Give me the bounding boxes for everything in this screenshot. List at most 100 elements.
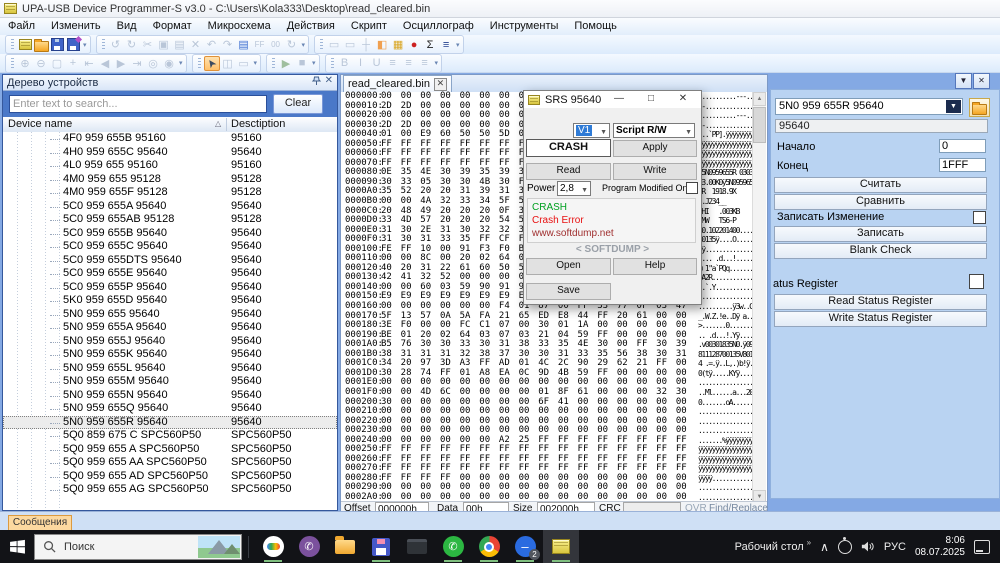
hex-ascii[interactable]: ................	[698, 378, 753, 388]
drag-handle-icon[interactable]	[198, 58, 201, 69]
menu-item[interactable]: Файл	[0, 18, 43, 35]
speaker-icon[interactable]	[861, 540, 875, 553]
hidden-icons-chevron[interactable]: ∧	[820, 540, 829, 554]
panel-close-icon[interactable]: ✕	[973, 73, 990, 89]
hex-ascii[interactable]: 0(tÿ.....KYÿ....	[698, 369, 753, 379]
hex-ascii[interactable]: 4 .=.ÿ..L,.)b!ÿ.	[698, 359, 753, 369]
version-select[interactable]: V1 ▼	[573, 123, 610, 138]
menu-item[interactable]: Инструменты	[482, 18, 567, 35]
column-description[interactable]: Desctiption	[231, 118, 285, 130]
column-device-name[interactable]: Device name	[8, 118, 72, 130]
close-icon[interactable]: ✕	[672, 91, 694, 108]
hex-ascii[interactable]: ................	[698, 292, 753, 302]
toolbar-overflow-icon[interactable]: ▾	[302, 41, 306, 49]
apply-button[interactable]: Apply	[613, 140, 697, 157]
debug-bug-icon[interactable]: ●	[406, 37, 422, 52]
write-chip-button[interactable]: Записать	[774, 226, 987, 242]
read-button[interactable]: Read	[526, 163, 611, 180]
hex-ascii[interactable]: HI .003KB	[698, 207, 753, 217]
toolbar-overflow-icon[interactable]: ▾	[435, 59, 439, 67]
taskbar-badge-app-icon[interactable]: – 2	[507, 530, 543, 563]
menu-item[interactable]: Изменить	[43, 18, 109, 35]
device-row[interactable]: 5N0 959 655K 9564095640	[3, 348, 337, 362]
hex-scrollbar[interactable]: ▲ ▼	[752, 92, 766, 504]
open-button[interactable]: Open	[526, 258, 611, 275]
menu-item[interactable]: Действия	[279, 18, 343, 35]
notification-center-icon[interactable]	[974, 540, 990, 554]
hex-ascii[interactable]: .......%ÿÿÿÿÿÿÿÿ	[698, 436, 753, 446]
start-address-field[interactable]	[939, 139, 986, 153]
taskbar-viber-icon[interactable]: ✆	[291, 530, 327, 563]
open-file-icon[interactable]	[33, 37, 49, 52]
drag-handle-icon[interactable]	[331, 58, 334, 69]
drag-handle-icon[interactable]	[320, 39, 323, 50]
device-row[interactable]: 5N0 959 655 9564095640	[3, 308, 337, 322]
taskbar-upa-app-icon[interactable]	[543, 530, 579, 563]
toolbar-overflow-icon[interactable]: »	[807, 538, 811, 547]
device-row[interactable]: 5C0 959 655AB 9512895128	[3, 213, 337, 227]
hex-ascii[interactable]: ..Ml......a...20	[698, 388, 753, 398]
weather-widget-icon[interactable]	[198, 536, 240, 558]
tab-read-cleared-bin[interactable]: read_cleared.bin ✕	[343, 75, 452, 92]
device-row[interactable]: 5C0 959 655P 9564095640	[3, 281, 337, 295]
hex-ascii[interactable]: --..............	[698, 102, 753, 112]
taskbar-chrome-icon[interactable]	[471, 530, 507, 563]
panel-close-icon[interactable]: ✕	[325, 76, 333, 89]
save-button[interactable]: Save	[526, 283, 611, 300]
drag-handle-icon[interactable]	[102, 39, 105, 50]
toolbar-overflow-icon[interactable]: ▾	[456, 41, 460, 49]
save-as-icon[interactable]	[65, 37, 81, 52]
hex-ascii[interactable]: 10135ÿ....O.....	[698, 235, 753, 245]
hex-ascii[interactable]: >.......0.......	[698, 321, 753, 331]
device-row[interactable]: 5Q0 959 655 AD SPC560P50SPC560P50	[3, 470, 337, 484]
toolbar-overflow-icon[interactable]: ▾	[254, 59, 258, 67]
device-row[interactable]: 5N0 959 655J 9564095640	[3, 335, 337, 349]
taskbar-floppy-icon[interactable]	[363, 530, 399, 563]
hex-ascii[interactable]: ................	[698, 483, 753, 493]
device-row[interactable]: 5N0 959 655A 9564095640	[3, 321, 337, 335]
toolbar-overflow-icon[interactable]: ▾	[312, 59, 316, 67]
language-indicator[interactable]: РУС	[884, 541, 906, 553]
hex-ascii[interactable]: ................	[698, 417, 753, 427]
help-button[interactable]: Help	[613, 258, 697, 275]
script-doc-icon[interactable]: ▤	[236, 37, 252, 52]
write-status-register-button[interactable]: Write Status Register	[774, 311, 987, 327]
device-row[interactable]: 4F0 959 655B 9516095160	[3, 132, 337, 146]
hex-ascii[interactable]: --..............	[698, 121, 753, 131]
toolbar-overflow-icon[interactable]: ▾	[83, 41, 87, 49]
taskbar-device-icon[interactable]	[399, 530, 435, 563]
taskbar-google-icon[interactable]	[255, 530, 291, 563]
device-row[interactable]: 5C0 959 655DTS 9564095640	[3, 254, 337, 268]
device-row[interactable]: 5Q0 959 655 AA SPC560P50SPC560P50	[3, 456, 337, 470]
menu-item[interactable]: Осциллограф	[395, 18, 482, 35]
minimize-icon[interactable]: —	[608, 91, 630, 108]
hex-ascii[interactable]: ................	[698, 407, 753, 417]
device-row[interactable]: 5C0 959 655B 9564095640	[3, 227, 337, 241]
hex-ascii[interactable]: ÿÿÿÿ............	[698, 474, 753, 484]
new-file-icon[interactable]	[17, 37, 33, 52]
notes-icon[interactable]: ◧	[374, 37, 390, 52]
taskbar-search[interactable]: Поиск	[34, 534, 242, 560]
load-file-button[interactable]	[969, 98, 990, 117]
device-row[interactable]: 4M0 959 655 9512895128	[3, 173, 337, 187]
device-select[interactable]: 5N0 959 655R 95640 ▼	[775, 98, 963, 115]
script-select[interactable]: Script R/W ▼	[613, 123, 695, 138]
tab-messages[interactable]: Сообщения	[8, 515, 72, 531]
read-status-register-button[interactable]: Read Status Register	[774, 294, 987, 310]
network-icon[interactable]: ≡	[438, 37, 454, 52]
hex-ascii[interactable]: ................	[698, 426, 753, 436]
column-divider[interactable]	[226, 118, 227, 131]
device-row[interactable]: 5K0 959 655D 9564095640	[3, 294, 337, 308]
hex-ascii[interactable]: ÿÿÿÿÿÿÿÿÿÿÿÿÿÿÿÿ	[698, 445, 753, 455]
cursor-icon[interactable]: ➤	[204, 56, 220, 71]
compare-button[interactable]: Сравнить	[774, 194, 987, 210]
drag-handle-icon[interactable]	[11, 39, 14, 50]
taskbar-whatsapp-icon[interactable]: ✆	[435, 530, 471, 563]
read-chip-button[interactable]: Считать	[774, 177, 987, 193]
device-search-input[interactable]	[9, 95, 267, 113]
hex-ascii[interactable]: 10.102201400....	[698, 226, 753, 236]
device-row[interactable]: 5N0 959 655M 9564095640	[3, 375, 337, 389]
device-row[interactable]: 5C0 959 655E 9564095640	[3, 267, 337, 281]
toolbox-icon[interactable]: ▦	[390, 37, 406, 52]
save-icon[interactable]	[49, 37, 65, 52]
